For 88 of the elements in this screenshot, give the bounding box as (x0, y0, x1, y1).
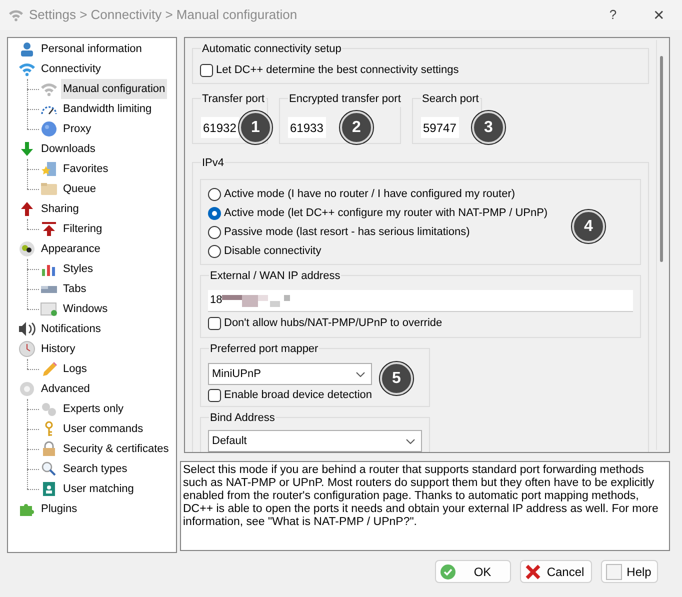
group-title: Search port (421, 91, 480, 107)
tree-item[interactable]: Advanced (39, 379, 92, 399)
tree-item[interactable]: User matching (61, 479, 136, 499)
radio-label: Active mode (let DC++ configure my router with NAT-PMP / UPnP) (224, 206, 548, 222)
radio-button[interactable] (208, 188, 221, 201)
number-callout: 2 (340, 111, 373, 144)
folder-icon (40, 181, 58, 197)
up-arrow-icon (19, 201, 35, 217)
gears-icon (40, 401, 58, 417)
tree-item[interactable]: Styles (61, 259, 95, 279)
group-title: Automatic connectivity setup (201, 41, 342, 57)
radio-button[interactable] (208, 226, 221, 239)
tree-item[interactable]: Tabs (61, 279, 88, 299)
tree-item[interactable]: Manual configuration (61, 79, 168, 99)
port-field[interactable]: 61933 (288, 117, 326, 138)
tree-item[interactable]: Appearance (39, 239, 102, 259)
dropdown[interactable]: MiniUPnP (208, 363, 372, 385)
tree-item[interactable]: Security & certificates (61, 439, 171, 459)
tree-item[interactable]: Proxy (61, 119, 94, 139)
radio-label: Passive mode (last resort - has serious limitations) (224, 225, 470, 240)
radio-button[interactable] (208, 207, 221, 220)
close-button[interactable]: ✕ (636, 0, 682, 30)
tree-item[interactable]: Search types (61, 459, 130, 479)
tree-item[interactable]: Queue (61, 179, 98, 199)
ip-field[interactable]: 18 (208, 290, 633, 312)
checkbox[interactable] (208, 316, 221, 330)
person-icon (19, 41, 35, 57)
group-title: Transfer port (201, 91, 266, 107)
number-callout: 3 (472, 111, 505, 144)
cancel-button[interactable]: Cancel (520, 560, 592, 583)
ok-button[interactable]: OK (435, 560, 511, 583)
checkbox-label: Let DC++ determine the best connectivity settings (216, 62, 459, 78)
palette-icon (19, 241, 35, 257)
tree-item[interactable]: User commands (61, 419, 146, 439)
radio-label: Active mode (I have no router / I have configured my router) (224, 187, 516, 202)
gear-icon (19, 381, 35, 397)
search-icon (40, 461, 58, 477)
tree-item[interactable]: History (39, 339, 78, 359)
key-icon (45, 421, 53, 437)
chevron-down-icon (356, 372, 365, 376)
filter-arrow-icon (41, 221, 57, 237)
down-arrow-icon (19, 141, 35, 157)
port-field[interactable]: 61932 (201, 117, 239, 138)
tree-item[interactable]: Notifications (39, 319, 103, 339)
group-title: Encrypted transfer port (288, 91, 402, 107)
number-callout: 1 (239, 111, 272, 144)
window-title: Settings > Connectivity > Manual configuration (29, 6, 298, 24)
tree-item[interactable]: Favorites (61, 159, 110, 179)
globe-icon (41, 121, 57, 137)
description-text: Select this mode if you are behind a router that supports standard port forwarding methods such as NAT-PMP or UPnP. Most routers do support them but they often have to be explicitly enabled from the router's configuration page. Thanks to automatic port mapping methods, DC++ is able to open the ports it needs and obtain your external IP address as well. For more information, see "What is NAT-PMP / UPnP?". (180, 461, 670, 551)
checkbox[interactable] (208, 388, 221, 402)
tree-item[interactable]: Logs (61, 359, 89, 379)
number-callout: 4 (572, 210, 605, 243)
checkbox[interactable] (200, 64, 213, 76)
help-button[interactable]: ? (590, 0, 636, 30)
tree-item[interactable]: Downloads (39, 139, 98, 159)
port-field[interactable]: 59747 (421, 117, 459, 138)
tree-item[interactable]: Experts only (61, 399, 126, 419)
number-callout: 5 (380, 362, 413, 395)
help-icon (606, 564, 622, 580)
dropdown[interactable]: Default (208, 430, 422, 452)
star-folder-icon (40, 161, 58, 177)
radio-button[interactable] (208, 245, 221, 258)
check-icon (440, 564, 456, 580)
puzzle-icon (19, 501, 35, 517)
help-button[interactable]: Help (601, 560, 658, 583)
group-title: Preferred port mapper (209, 341, 320, 357)
tree-item[interactable]: Bandwidth limiting (61, 99, 154, 119)
contact-card-icon (40, 481, 58, 497)
wifi-icon (18, 61, 36, 77)
checkbox-label: Enable broad device detection (224, 388, 372, 403)
clock-icon (19, 341, 35, 357)
radio-label: Disable connectivity (224, 244, 322, 260)
wifi-icon (8, 8, 24, 22)
lock-icon (40, 441, 58, 457)
chevron-down-icon (406, 438, 415, 444)
close-icon (525, 564, 541, 580)
tree-item[interactable]: Connectivity (39, 59, 103, 79)
wifi-icon (40, 81, 58, 97)
window-icon (40, 301, 58, 317)
tree-item[interactable]: Personal information (39, 39, 144, 59)
pencil-icon (40, 361, 58, 377)
tree-item[interactable]: Plugins (39, 499, 80, 519)
tree-item[interactable]: Filtering (61, 219, 104, 239)
tree-item[interactable]: Sharing (39, 199, 81, 219)
tree-item[interactable]: Windows (61, 299, 110, 319)
checkbox-label: Don't allow hubs/NAT-PMP/UPnP to override (224, 316, 442, 331)
speaker-icon (18, 321, 36, 337)
